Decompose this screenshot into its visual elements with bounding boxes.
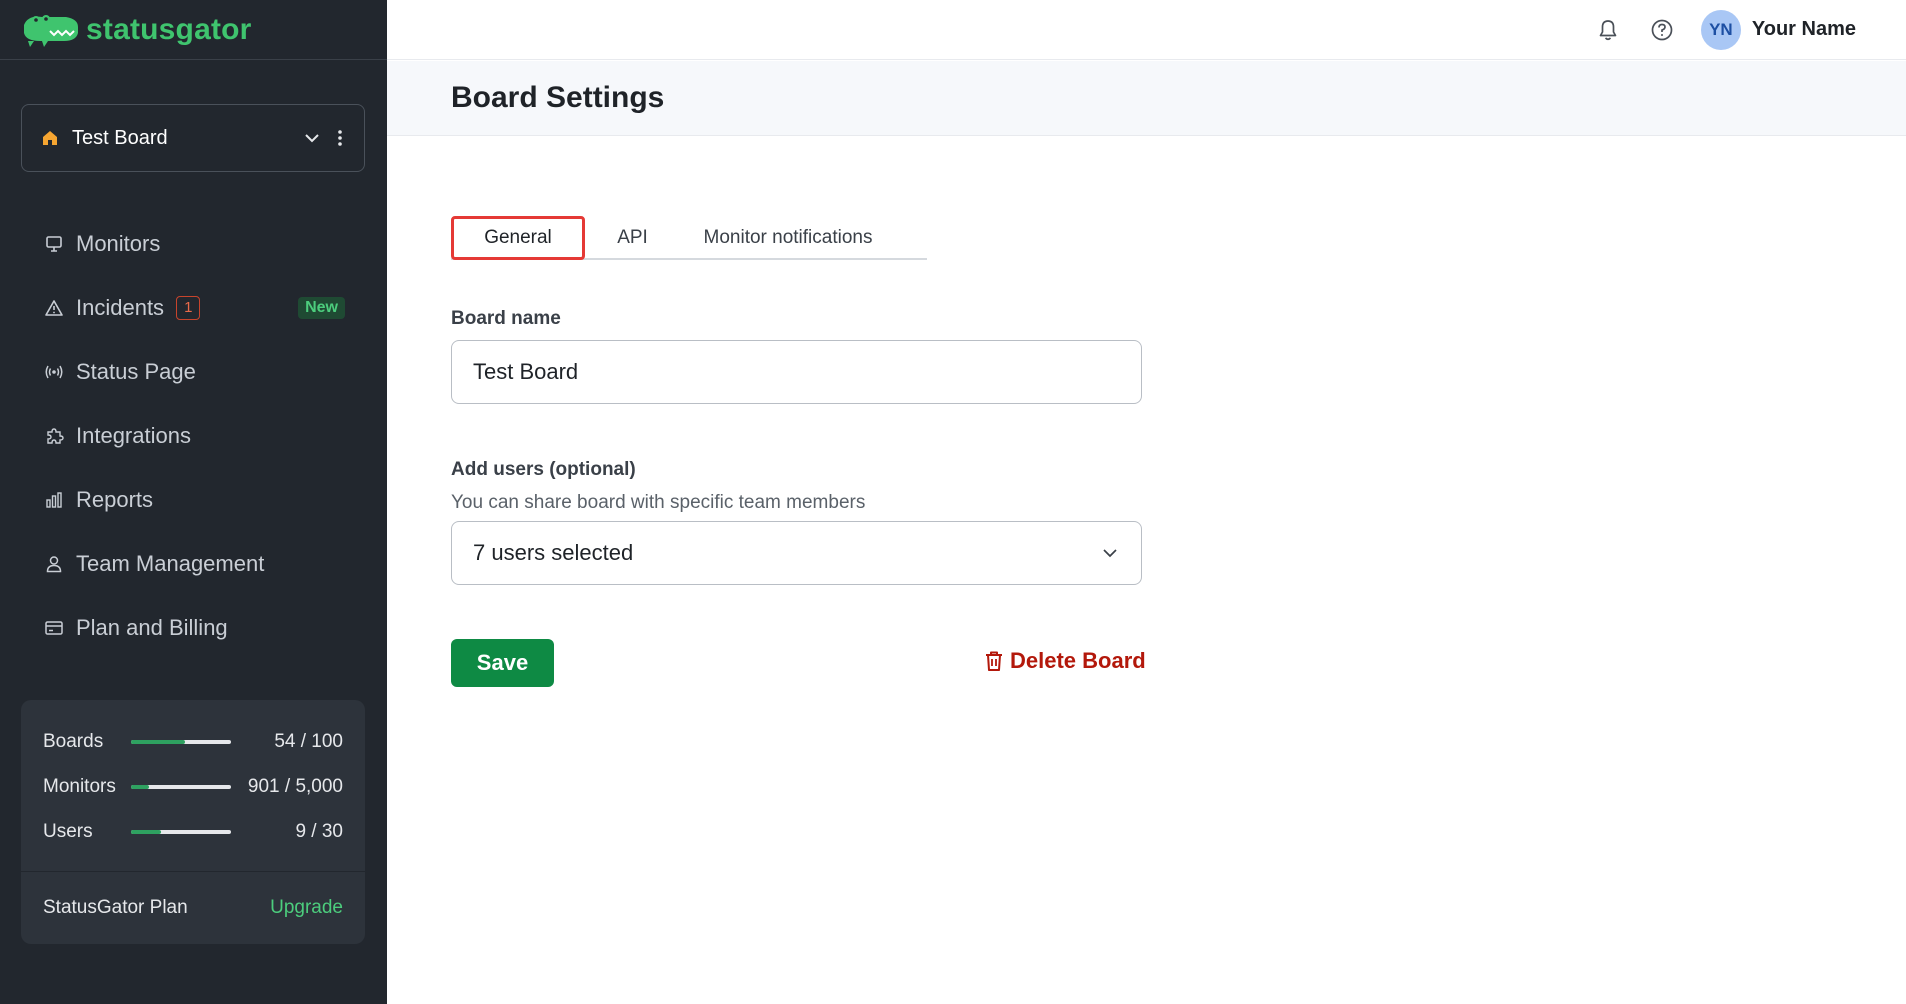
plan-name: StatusGator Plan	[43, 897, 188, 918]
board-selector-name: Test Board	[72, 126, 168, 149]
board-name-label: Board name	[451, 308, 561, 329]
usage-value: 54 / 100	[274, 730, 343, 752]
more-vertical-icon[interactable]	[330, 128, 350, 148]
users-select-value: 7 users selected	[473, 540, 634, 565]
usage-row-monitors: Monitors 901 / 5,000	[21, 764, 365, 809]
chevron-down-icon	[1103, 549, 1117, 558]
warning-icon	[45, 300, 63, 316]
usage-bar	[131, 829, 231, 834]
incident-count-badge: 1	[176, 296, 201, 320]
new-badge: New	[298, 297, 345, 319]
add-users-label: Add users (optional)	[451, 459, 636, 480]
page-title: Board Settings	[451, 81, 665, 114]
sidebar-item-monitors[interactable]: Monitors	[0, 212, 387, 276]
chevron-down-icon[interactable]	[302, 128, 322, 148]
usage-label: Monitors	[43, 775, 116, 797]
sidebar-item-team-management[interactable]: Team Management	[0, 532, 387, 596]
usage-bar	[131, 784, 231, 789]
brand-name: statusgator	[86, 12, 252, 46]
sidebar-nav: Monitors Incidents 1 New Status Page Int…	[0, 212, 387, 660]
user-icon	[46, 556, 62, 573]
sidebar-item-label: Reports	[76, 487, 154, 512]
usage-label: Users	[43, 820, 93, 842]
sidebar-item-plan-and-billing[interactable]: Plan and Billing	[0, 596, 387, 660]
gator-logo-icon	[24, 14, 78, 47]
add-users-help: You can share board with specific team m…	[451, 492, 866, 513]
usage-label: Boards	[43, 730, 104, 752]
usage-row-boards: Boards 54 / 100	[21, 719, 365, 764]
help-icon[interactable]	[1649, 17, 1675, 43]
sidebar-item-label: Monitors	[76, 231, 161, 256]
sidebar-item-reports[interactable]: Reports	[0, 468, 387, 532]
bell-icon[interactable]	[1595, 17, 1621, 43]
bar-chart-icon	[46, 492, 62, 508]
delete-board-button[interactable]: Delete Board	[983, 648, 1146, 674]
puzzle-icon	[47, 428, 64, 444]
logo[interactable]: statusgator	[0, 0, 387, 60]
board-selector[interactable]: Test Board	[21, 104, 365, 172]
usage-value: 9 / 30	[295, 820, 343, 842]
home-icon	[43, 131, 57, 145]
usage-bar-fill	[131, 739, 185, 744]
trash-icon	[986, 651, 1002, 671]
credit-card-icon	[45, 621, 63, 635]
usage-bar-fill	[131, 829, 161, 834]
user-name[interactable]: Your Name	[1752, 18, 1856, 41]
avatar[interactable]: YN	[1700, 9, 1741, 50]
usage-panel: Boards 54 / 100 Monitors 901 / 5,000 Use…	[21, 700, 365, 944]
page-header: Board Settings	[387, 61, 1906, 136]
tab-monitor-notifications[interactable]: Monitor notifications	[680, 216, 896, 260]
sidebar-item-label: Integrations	[76, 423, 191, 448]
board-name-value: Test Board	[473, 359, 579, 384]
usage-bar	[131, 739, 231, 744]
board-name-input[interactable]: Test Board	[451, 340, 1142, 404]
usage-bar-fill	[131, 784, 149, 789]
top-bar: YN Your Name	[387, 0, 1906, 60]
settings-tabs: General API Monitor notifications	[451, 216, 927, 260]
sidebar: statusgator Test Board Monitors Incident…	[0, 0, 387, 1004]
sidebar-item-status-page[interactable]: Status Page	[0, 340, 387, 404]
sidebar-item-incidents[interactable]: Incidents 1 New	[0, 276, 387, 340]
sidebar-item-label: Team Management	[76, 551, 265, 576]
sidebar-item-integrations[interactable]: Integrations	[0, 404, 387, 468]
broadcast-icon	[45, 365, 63, 379]
upgrade-link[interactable]: Upgrade	[270, 897, 343, 919]
usage-row-users: Users 9 / 30	[21, 809, 365, 854]
save-button[interactable]: Save	[451, 639, 554, 687]
delete-board-label: Delete Board	[1010, 648, 1146, 673]
sidebar-item-label: Status Page	[76, 359, 196, 384]
plan-row: StatusGator Plan Upgrade	[21, 872, 365, 944]
tab-api[interactable]: API	[585, 216, 680, 260]
monitor-icon	[46, 236, 62, 252]
sidebar-item-label: Plan and Billing	[76, 615, 228, 640]
sidebar-item-label: Incidents	[76, 295, 165, 320]
tab-general[interactable]: General	[451, 216, 585, 260]
users-select[interactable]: 7 users selected	[451, 521, 1142, 585]
usage-value: 901 / 5,000	[247, 775, 343, 797]
